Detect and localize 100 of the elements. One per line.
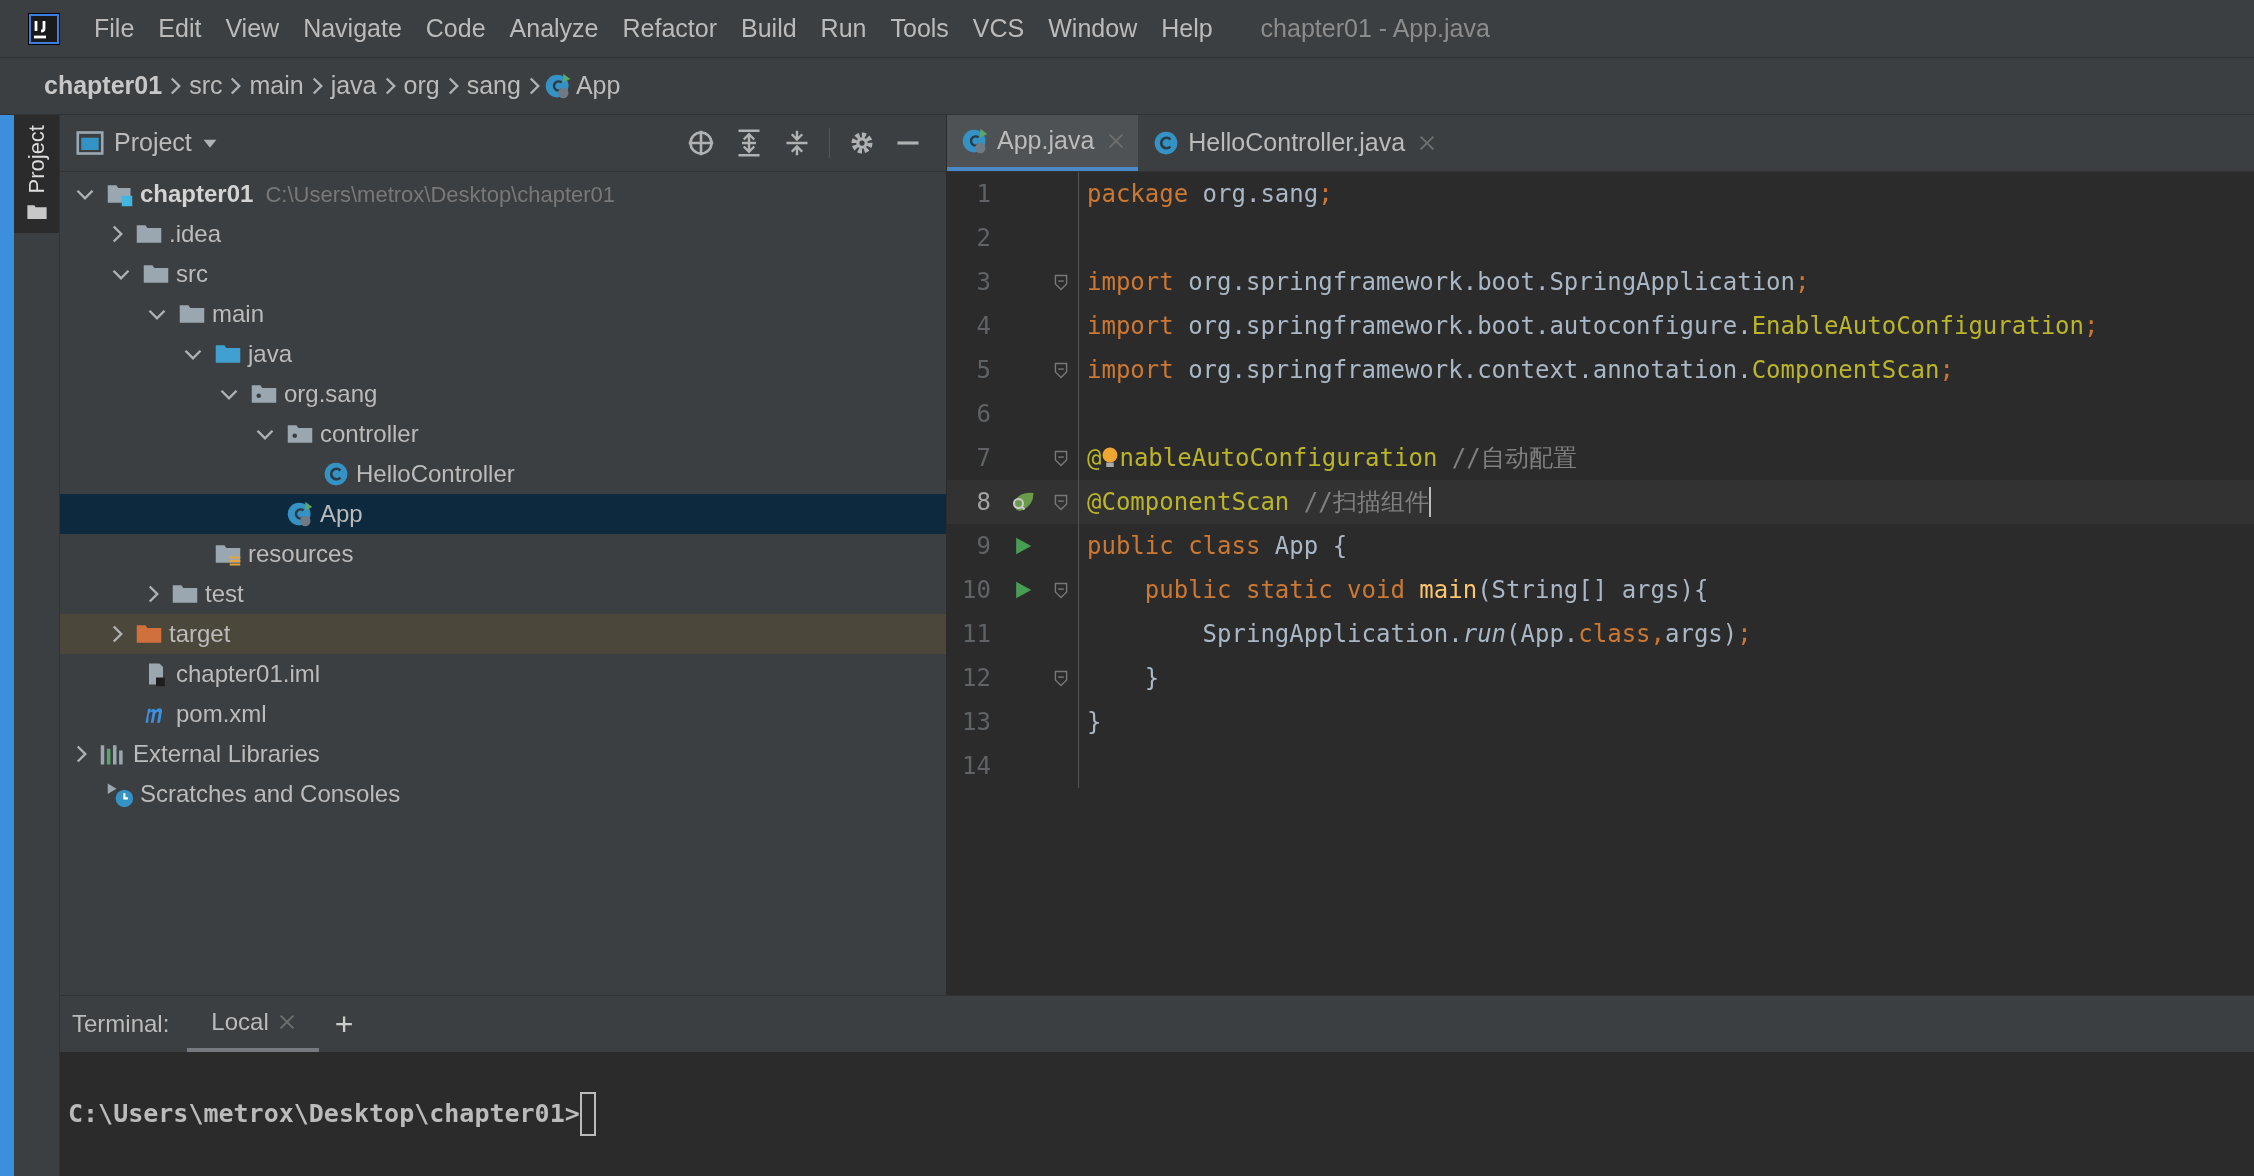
code-token: public class — [1087, 531, 1262, 562]
text-caret — [1428, 487, 1431, 517]
line-number: 11 — [961, 619, 991, 650]
code-token: ; — [1795, 267, 1810, 298]
spring-class-icon — [543, 72, 572, 100]
menu-item[interactable]: View — [213, 0, 292, 57]
code-token: public static void — [1143, 575, 1406, 606]
editor-tab[interactable]: HelloController.java — [1138, 115, 1450, 171]
menu-item[interactable]: Tools — [878, 0, 961, 57]
tree-item[interactable]: target — [60, 614, 946, 654]
tree-item[interactable]: .idea — [60, 214, 946, 254]
menu-item[interactable]: VCS — [960, 0, 1037, 57]
fold-marker-icon[interactable] — [1053, 669, 1068, 687]
spring-class-icon — [286, 500, 314, 528]
breadcrumb-separator-icon — [447, 77, 459, 95]
menu-item[interactable]: Run — [808, 0, 879, 57]
menu-item[interactable]: File — [82, 0, 147, 57]
tree-item[interactable]: App — [60, 494, 946, 534]
tree-item[interactable]: org.sang — [60, 374, 946, 414]
code-token: EnableAutoConfiguration — [1751, 311, 2084, 342]
code-token: org.springframework.boot.SpringApplication — [1187, 267, 1796, 298]
tree-item[interactable]: External Libraries — [60, 734, 946, 774]
breadcrumb-separator-icon — [311, 77, 323, 95]
menu-item[interactable]: Window — [1036, 0, 1150, 57]
code-token: } — [1087, 707, 1102, 738]
breadcrumb-item[interactable]: sang — [462, 67, 525, 105]
line-number: 14 — [961, 751, 991, 782]
project-view-icon — [76, 129, 104, 157]
code-token: import — [1087, 267, 1174, 298]
breadcrumb-item[interactable]: App — [571, 67, 625, 105]
tree-item[interactable]: controller — [60, 414, 946, 454]
code-token: @ComponentScan — [1087, 487, 1290, 518]
tree-item[interactable]: chapter01.iml — [60, 654, 946, 694]
breadcrumb-separator-icon — [230, 77, 242, 95]
code-token: (String[] args){ — [1477, 575, 1709, 606]
code-token: App { — [1274, 531, 1348, 562]
tree-item[interactable]: main — [60, 294, 946, 334]
code-token: ; — [1939, 355, 1954, 386]
fold-marker-icon[interactable] — [1053, 273, 1068, 291]
code-token: org.springframework.boot.autoconfigure. — [1187, 311, 1752, 342]
code-token: run — [1462, 619, 1507, 650]
menu-item[interactable]: Edit — [146, 0, 214, 57]
tree-item[interactable]: Scratches and Consoles — [60, 774, 946, 814]
spring-class-icon — [961, 127, 989, 155]
menu-item[interactable]: Analyze — [497, 0, 611, 57]
code-token: org.springframework.context.annotation. — [1187, 355, 1752, 386]
project-view-dropdown[interactable]: Project — [76, 124, 218, 162]
breadcrumb-item[interactable]: org — [399, 67, 444, 105]
code-token: main — [1419, 575, 1478, 606]
line-number: 3 — [975, 267, 991, 298]
project-path: C:\Users\metrox\Desktop\chapter01 — [265, 180, 616, 209]
fold-marker-icon[interactable] — [1053, 361, 1068, 379]
menu-item[interactable]: Build — [729, 0, 809, 57]
breadcrumb-item[interactable]: main — [245, 67, 308, 105]
line-number: 1 — [975, 179, 991, 210]
tree-item[interactable]: resources — [60, 534, 946, 574]
breadcrumb-item[interactable]: java — [326, 67, 381, 105]
terminal-label: Terminal: — [72, 1009, 170, 1039]
code-token: (App. — [1506, 619, 1579, 650]
code-token: ComponentScan — [1751, 355, 1940, 386]
code-token: ; — [1737, 619, 1752, 650]
menu-item[interactable]: Help — [1149, 0, 1225, 57]
code-token: org.sang — [1201, 179, 1319, 210]
spring-bean-icon[interactable] — [1011, 490, 1035, 514]
line-number: 10 — [961, 575, 991, 606]
editor-tab[interactable]: App.java — [947, 115, 1139, 171]
tree-item[interactable]: test — [60, 574, 946, 614]
line-number: 9 — [975, 531, 991, 562]
code-token: class, — [1578, 619, 1665, 650]
menu-item[interactable]: Code — [413, 0, 498, 57]
code-token: nableAutoConfiguration — [1119, 443, 1438, 474]
code-token: ; — [1318, 179, 1333, 210]
new-tab-button[interactable]: + — [318, 996, 370, 1052]
tree-item[interactable]: HelloController — [60, 454, 946, 494]
window-title: chapter01 - App.java — [1260, 12, 1490, 44]
code-token: SpringApplication. — [1201, 619, 1463, 650]
tree-item[interactable]: src — [60, 254, 946, 294]
menu-item[interactable]: Refactor — [610, 0, 729, 57]
terminal-cursor — [579, 1092, 596, 1136]
line-number: 4 — [975, 311, 991, 342]
breadcrumb-item[interactable]: chapter01 — [40, 67, 167, 105]
fold-marker-icon[interactable] — [1053, 493, 1068, 511]
tree-item[interactable]: pom.xml — [60, 694, 946, 734]
breadcrumb-item[interactable]: src — [185, 67, 227, 105]
terminal-prompt: C:\Users\metrox\Desktop\chapter01> — [68, 1098, 580, 1131]
line-number: 2 — [975, 223, 991, 254]
menu-item[interactable]: Navigate — [291, 0, 414, 57]
line-number: 8 — [975, 487, 991, 518]
class-icon — [322, 460, 350, 488]
line-number: 12 — [961, 663, 991, 694]
fold-marker-icon[interactable] — [1053, 581, 1068, 599]
locate-icon[interactable] — [687, 129, 715, 157]
tree-item[interactable]: java — [60, 334, 946, 374]
project-tool-button[interactable]: Project — [14, 115, 59, 234]
fold-marker-icon[interactable] — [1053, 449, 1068, 467]
code-token: //扫描组件 — [1302, 487, 1429, 518]
app-logo-icon — [28, 12, 60, 45]
code-token: package — [1087, 179, 1189, 210]
line-number: 5 — [975, 355, 991, 386]
tree-item[interactable]: chapter01 C:\Users\metrox\Desktop\chapter01 — [60, 174, 946, 214]
